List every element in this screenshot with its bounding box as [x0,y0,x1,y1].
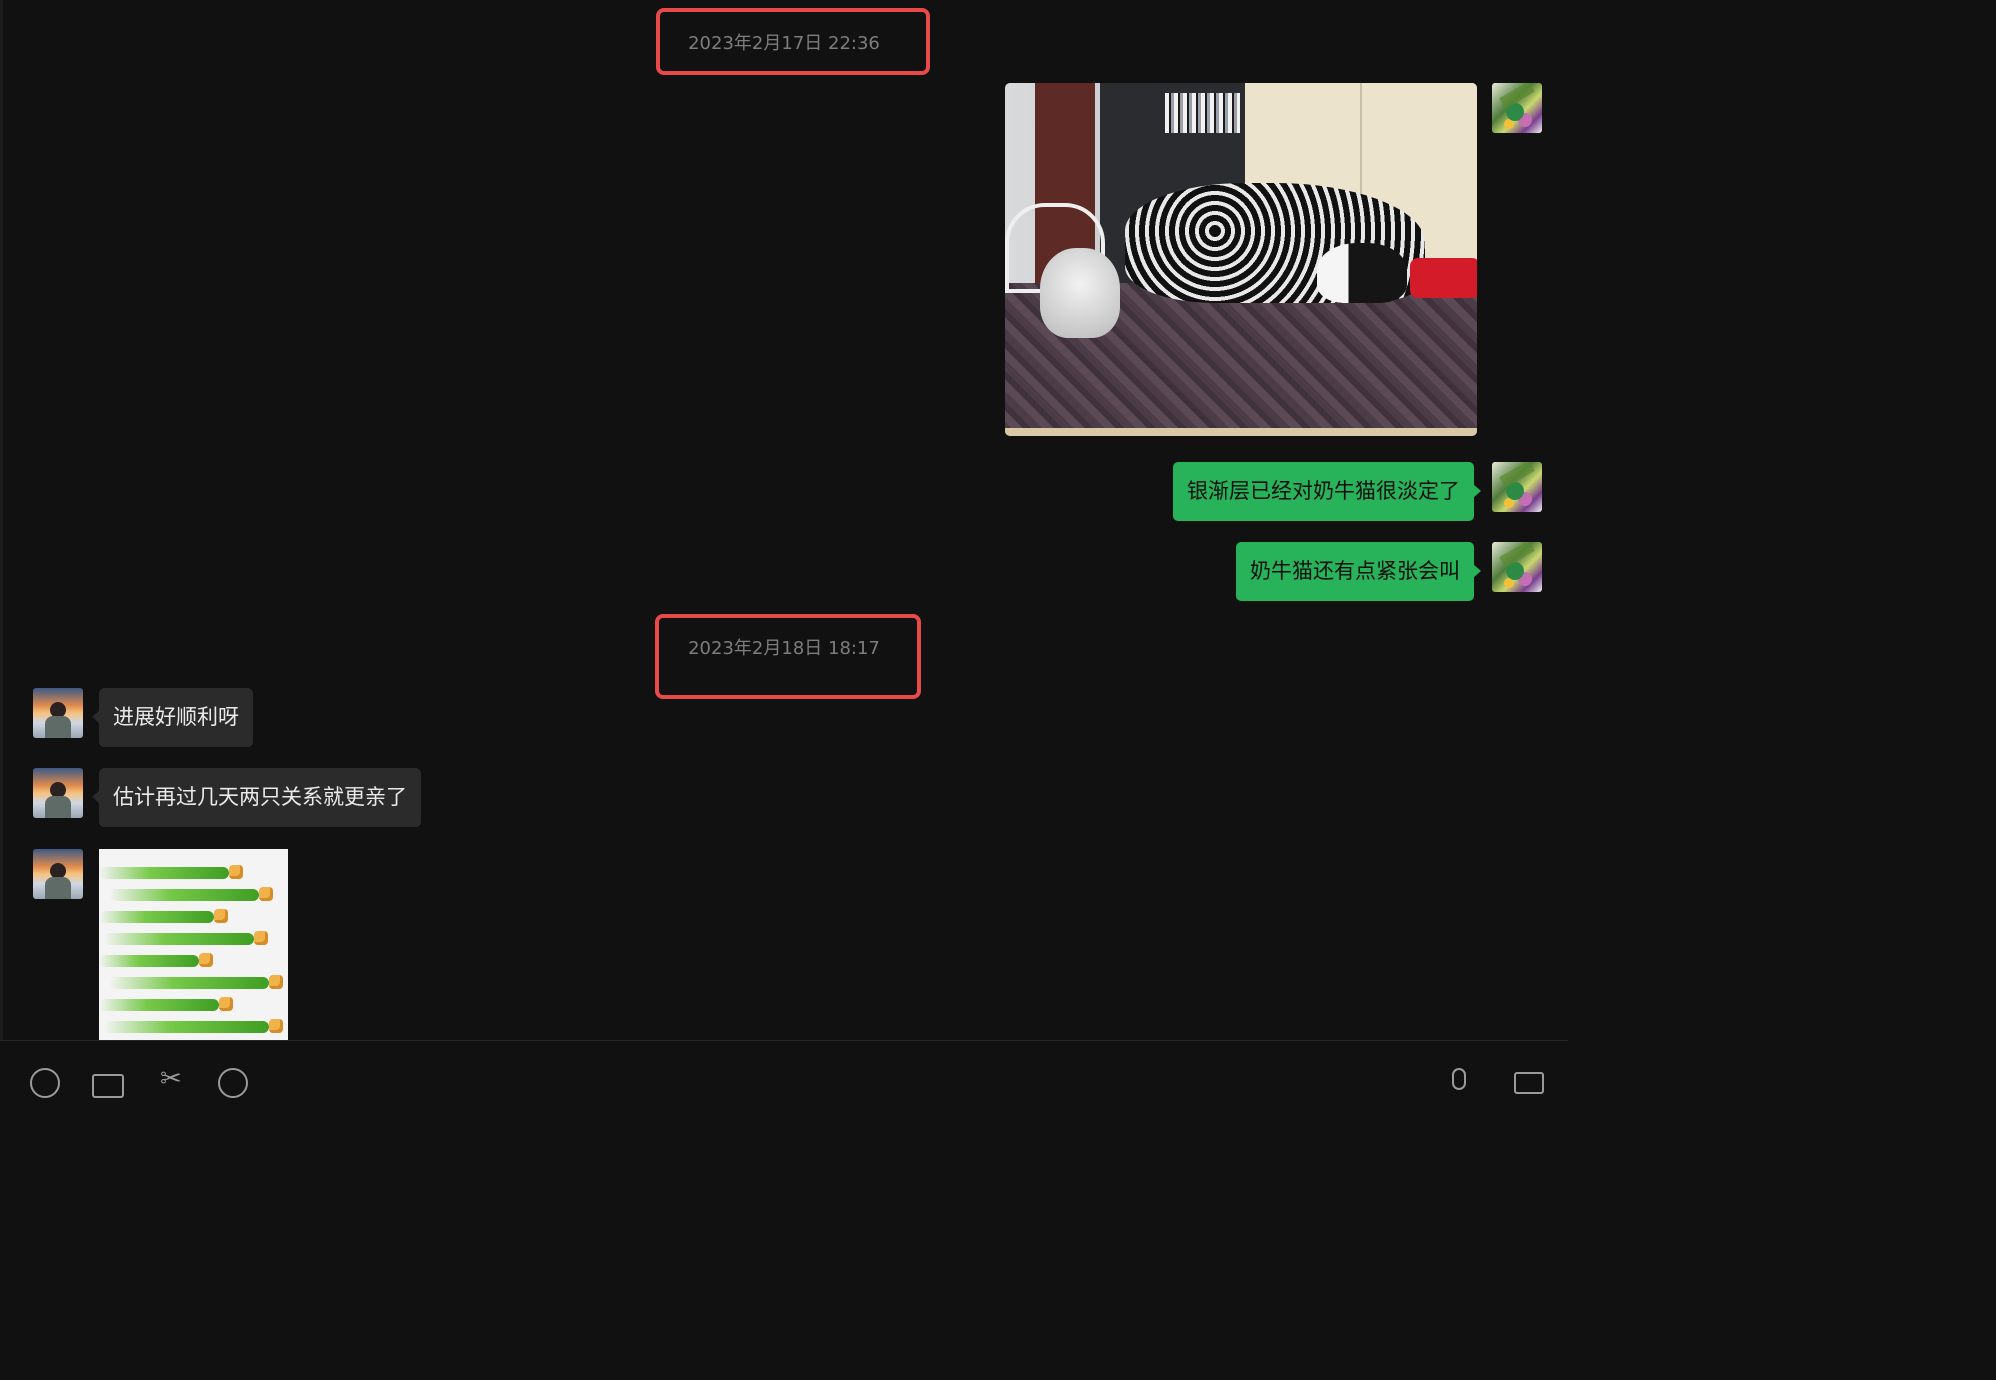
avatar-contact[interactable] [33,688,83,738]
message-bubble-incoming[interactable]: 估计再过几天两只关系就更亲了 [92,768,421,827]
photo-books [1165,93,1240,133]
photo-floor [1005,428,1477,436]
message-bubble-outgoing[interactable]: 银渐层已经对奶牛猫很淡定了 [1173,462,1481,521]
chat-history-icon[interactable] [218,1068,248,1098]
sticker-arm [104,1021,269,1033]
sticker-arm [99,911,214,923]
sticker-arm [104,933,254,945]
highlight-box-timestamp-2 [655,614,921,699]
folder-icon[interactable] [92,1074,124,1098]
photo-tuxedo-cat [1317,243,1407,303]
message-image-cats[interactable] [1005,83,1477,436]
video-call-icon[interactable] [1514,1072,1544,1094]
sticker-arm [99,999,219,1011]
thumbs-up-icon [214,909,228,923]
thumbs-up-icon [269,1019,283,1033]
message-sticker-thumbs-up[interactable] [99,849,288,1040]
thumbs-up-icon [219,997,233,1011]
avatar-self[interactable] [1492,83,1542,133]
thumbs-up-icon [229,865,243,879]
window-left-edge [0,0,3,1040]
sticker-arm [109,889,259,901]
thumbs-up-icon [259,887,273,901]
sticker-arm [99,867,229,879]
sticker-arm [99,955,199,967]
thumbs-up-icon [269,975,283,989]
avatar-self[interactable] [1492,462,1542,512]
avatar-self[interactable] [1492,542,1542,592]
scissors-icon[interactable]: ✂ [160,1066,182,1092]
thumbs-up-icon [254,931,268,945]
photo-red-pillow [1410,258,1477,298]
avatar-contact[interactable] [33,768,83,818]
toolbar-divider [0,1040,1568,1041]
message-bubble-incoming[interactable]: 进展好顺利呀 [92,688,253,747]
emoji-icon[interactable] [30,1068,60,1098]
highlight-box-timestamp-1 [656,8,930,75]
thumbs-up-icon [199,953,213,967]
avatar-contact[interactable] [33,849,83,899]
microphone-icon[interactable] [1452,1068,1466,1090]
message-bubble-outgoing[interactable]: 奶牛猫还有点紧张会叫 [1236,542,1481,601]
sticker-arm [109,977,269,989]
photo-silver-cat [1040,248,1120,338]
